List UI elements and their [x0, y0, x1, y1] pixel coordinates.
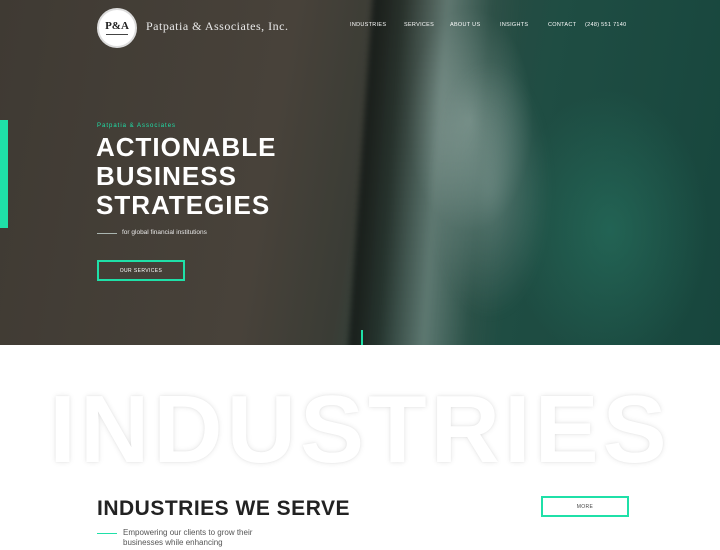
hero-headline-line: BUSINESS — [96, 161, 237, 191]
scroll-indicator[interactable] — [361, 330, 363, 345]
description-divider — [97, 533, 117, 534]
nav-item-industries[interactable]: INDUSTRIES — [350, 22, 386, 28]
subtitle-divider — [97, 233, 117, 234]
section-title: INDUSTRIES WE SERVE — [97, 497, 350, 520]
nav-phone-link[interactable]: (248) 551 7140 — [585, 22, 627, 28]
hero-kicker: Patpatia & Associates — [97, 123, 177, 129]
nav-item-services[interactable]: SERVICES — [404, 22, 434, 28]
hero-background-foam — [430, 60, 550, 320]
nav-item-contact[interactable]: CONTACT — [548, 22, 576, 28]
nav-item-about-us[interactable]: ABOUT US — [450, 22, 480, 28]
logo-underline — [106, 34, 128, 35]
hero-headline: ACTIONABLE BUSINESS STRATEGIES — [96, 133, 356, 220]
left-accent-bar — [0, 120, 8, 228]
hero-headline-line: STRATEGIES — [96, 190, 271, 220]
hero-section: P&A Patpatia & Associates, Inc. INDUSTRI… — [0, 0, 720, 345]
more-button[interactable]: MORE — [541, 496, 629, 517]
industries-description: Empowering our clients to grow their bus… — [123, 528, 253, 547]
our-services-button[interactable]: OUR SERVICES — [97, 260, 185, 281]
hero-subtitle: for global financial institutions — [122, 229, 207, 236]
main-nav: INDUSTRIES SERVICES ABOUT US INSIGHTS CO… — [0, 22, 720, 34]
industries-watermark: INDUSTRIES — [49, 376, 671, 483]
hero-headline-line: ACTIONABLE — [96, 132, 277, 162]
nav-item-insights[interactable]: INSIGHTS — [500, 22, 528, 28]
